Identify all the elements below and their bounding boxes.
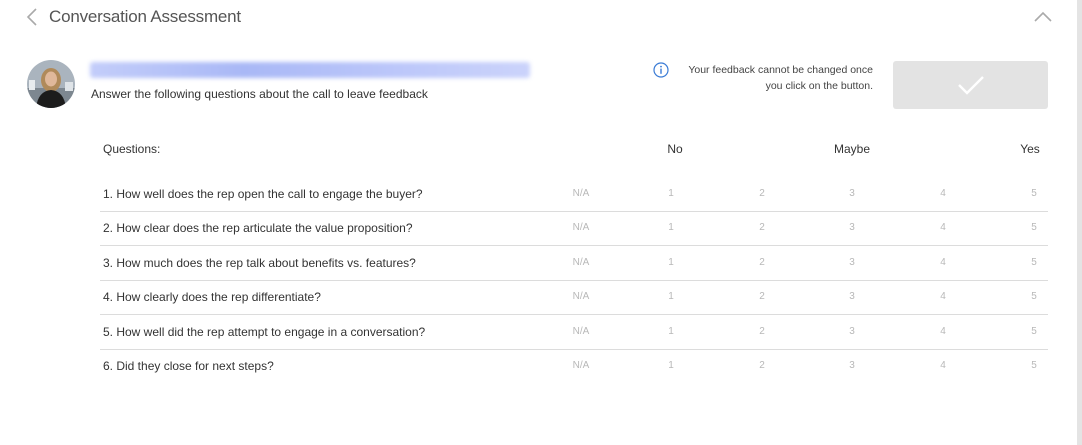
collapse-button[interactable] bbox=[1031, 6, 1055, 28]
notice-line-1: Your feedback cannot be changed once bbox=[688, 64, 873, 76]
rating-option-3[interactable]: 3 bbox=[849, 222, 855, 233]
rating-option-na[interactable]: N/A bbox=[573, 188, 590, 199]
rating-option-na[interactable]: N/A bbox=[573, 326, 590, 337]
rating-option-5[interactable]: 5 bbox=[1031, 257, 1037, 268]
rating-option-1[interactable]: 1 bbox=[668, 291, 674, 302]
rating-option-4[interactable]: 4 bbox=[940, 326, 946, 337]
rating-option-5[interactable]: 5 bbox=[1031, 326, 1037, 337]
rating-option-5[interactable]: 5 bbox=[1031, 222, 1037, 233]
question-text: 1. How well does the rep open the call t… bbox=[103, 187, 423, 201]
checkmark-icon bbox=[957, 76, 984, 95]
rating-option-2[interactable]: 2 bbox=[759, 291, 765, 302]
rating-option-4[interactable]: 4 bbox=[940, 291, 946, 302]
question-row: 3. How much does the rep talk about bene… bbox=[100, 246, 1048, 281]
rating-option-5[interactable]: 5 bbox=[1031, 291, 1037, 302]
rating-option-4[interactable]: 4 bbox=[940, 360, 946, 371]
avatar bbox=[27, 60, 75, 108]
question-row: 4. How clearly does the rep differentiat… bbox=[100, 280, 1048, 315]
submit-feedback-button[interactable] bbox=[893, 61, 1048, 109]
rating-option-na[interactable]: N/A bbox=[573, 257, 590, 268]
questions-header: Questions: bbox=[103, 142, 161, 156]
notice-line-2: you click on the button. bbox=[765, 80, 873, 92]
info-icon bbox=[653, 62, 669, 78]
question-row: 1. How well does the rep open the call t… bbox=[100, 177, 1048, 212]
chevron-left-icon bbox=[26, 8, 37, 26]
question-row: 6. Did they close for next steps? N/A 1 2 3 4… bbox=[100, 349, 1048, 383]
rating-option-na[interactable]: N/A bbox=[573, 291, 590, 302]
rating-option-5[interactable]: 5 bbox=[1031, 360, 1037, 371]
question-row: 5. How well did the rep attempt to engag… bbox=[100, 315, 1048, 350]
back-button[interactable] bbox=[22, 5, 42, 29]
rating-option-4[interactable]: 4 bbox=[940, 257, 946, 268]
scale-label-maybe: Maybe bbox=[833, 142, 871, 156]
chevron-up-icon bbox=[1034, 11, 1052, 22]
question-text: 4. How clearly does the rep differentiat… bbox=[103, 290, 321, 304]
feedback-notice: Your feedback cannot be changed once you… bbox=[680, 62, 873, 94]
rating-option-1[interactable]: 1 bbox=[668, 326, 674, 337]
redacted-caller-name bbox=[90, 62, 530, 78]
rating-option-2[interactable]: 2 bbox=[759, 326, 765, 337]
rating-option-2[interactable]: 2 bbox=[759, 222, 765, 233]
rating-option-1[interactable]: 1 bbox=[668, 360, 674, 371]
scale-label-no: No bbox=[667, 142, 683, 156]
page-title: Conversation Assessment bbox=[49, 7, 241, 26]
rating-option-1[interactable]: 1 bbox=[668, 257, 674, 268]
question-text: 3. How much does the rep talk about bene… bbox=[103, 256, 416, 270]
instruction-text: Answer the following questions about the… bbox=[91, 87, 428, 101]
rating-option-1[interactable]: 1 bbox=[668, 188, 674, 199]
scale-label-yes: Yes bbox=[1020, 142, 1040, 156]
rating-option-3[interactable]: 3 bbox=[849, 291, 855, 302]
scrollbar-track[interactable] bbox=[1077, 0, 1082, 445]
question-text: 2. How clear does the rep articulate the… bbox=[103, 221, 413, 235]
question-text: 5. How well did the rep attempt to engag… bbox=[103, 325, 426, 339]
rating-option-3[interactable]: 3 bbox=[849, 360, 855, 371]
rating-option-2[interactable]: 2 bbox=[759, 257, 765, 268]
question-row: 2. How clear does the rep articulate the… bbox=[100, 211, 1048, 246]
question-text: 6. Did they close for next steps? bbox=[103, 359, 274, 373]
rating-option-3[interactable]: 3 bbox=[849, 257, 855, 268]
rating-option-3[interactable]: 3 bbox=[849, 326, 855, 337]
rating-option-4[interactable]: 4 bbox=[940, 222, 946, 233]
rating-option-4[interactable]: 4 bbox=[940, 188, 946, 199]
rating-option-5[interactable]: 5 bbox=[1031, 188, 1037, 199]
rating-option-1[interactable]: 1 bbox=[668, 222, 674, 233]
rating-option-2[interactable]: 2 bbox=[759, 360, 765, 371]
rating-option-2[interactable]: 2 bbox=[759, 188, 765, 199]
rating-option-na[interactable]: N/A bbox=[573, 222, 590, 233]
rating-option-na[interactable]: N/A bbox=[573, 360, 590, 371]
rating-option-3[interactable]: 3 bbox=[849, 188, 855, 199]
